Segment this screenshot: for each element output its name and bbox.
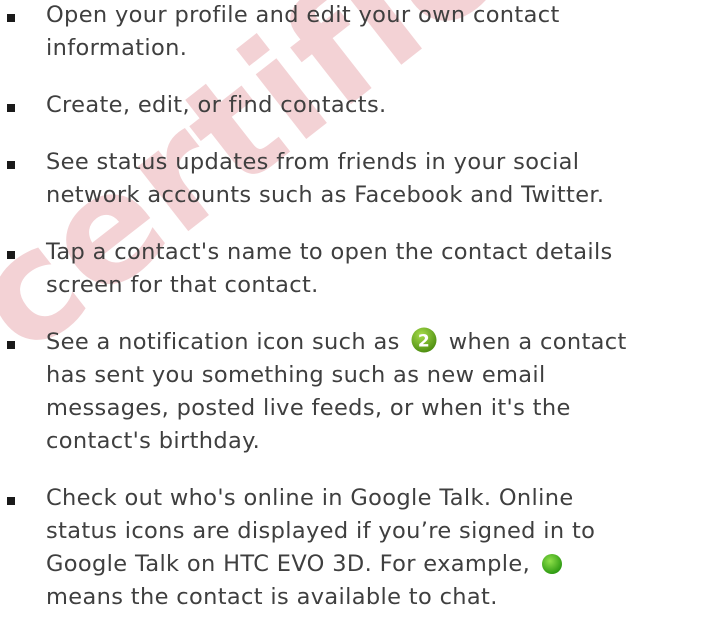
text-segment: Google Talk on HTC EVO 3D. For example, (46, 551, 531, 577)
text-line: contact's birthday. (46, 428, 261, 454)
list-item-text: See status updates from friends in your … (46, 146, 712, 212)
online-status-icon (541, 554, 562, 574)
text-line: status icons are displayed if you’re sig… (46, 518, 596, 544)
text-line: network accounts such as Facebook and Tw… (46, 182, 605, 208)
text-line: means the contact is available to chat. (46, 584, 498, 610)
list-item-text: Create, edit, or find contacts. (46, 89, 712, 122)
notification-badge-icon: 2 (411, 327, 437, 353)
text-line: screen for that contact. (46, 272, 319, 298)
text-line: messages, posted live feeds, or when it'… (46, 395, 571, 421)
text-line: information. (46, 35, 188, 61)
bullet-icon (7, 497, 15, 505)
bullet-icon (7, 14, 15, 22)
bullet-icon (7, 341, 15, 349)
text-line: has sent you something such as new email (46, 362, 546, 388)
bullet-icon (7, 251, 15, 259)
text-segment: See a notification icon such as (46, 329, 400, 355)
list-item-text: Check out who's online in Google Talk. O… (46, 482, 712, 614)
text-segment: when a contact (448, 329, 627, 355)
badge-number: 2 (418, 332, 430, 352)
bullet-icon (7, 161, 15, 169)
text-line: See status updates from friends in your … (46, 149, 580, 175)
text-line: Check out who's online in Google Talk. O… (46, 485, 574, 511)
text-line: Open your profile and edit your own cont… (46, 2, 560, 28)
list-item-text: Tap a contact's name to open the contact… (46, 236, 712, 302)
bullet-icon (7, 104, 15, 112)
text-line: Tap a contact's name to open the contact… (46, 239, 613, 265)
list-item-text: Open your profile and edit your own cont… (46, 0, 712, 65)
text-line: Google Talk on HTC EVO 3D. For example, (46, 548, 712, 581)
text-line: See a notification icon such as 2 when a… (46, 326, 712, 359)
text-line: Create, edit, or find contacts. (46, 92, 387, 118)
list-item-text: See a notification icon such as 2 when a… (46, 326, 712, 458)
